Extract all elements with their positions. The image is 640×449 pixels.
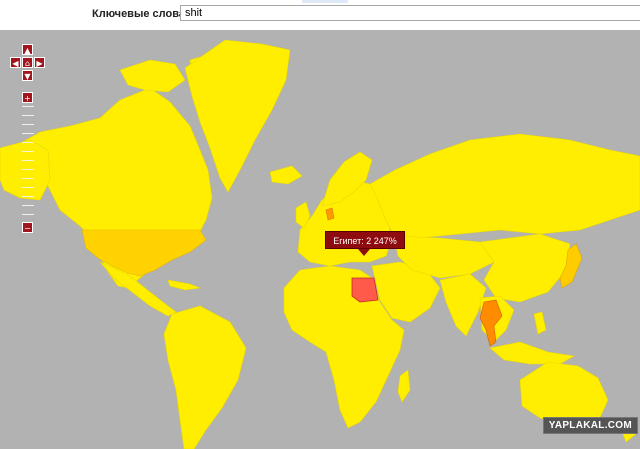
philippines (533, 311, 547, 335)
map-canvas (0, 39, 640, 449)
south-america (163, 305, 247, 449)
usa (81, 229, 207, 277)
russia (369, 133, 640, 239)
world-map[interactable]: ▲ ◀ ⌂ ▶ ▼ + − (0, 30, 640, 449)
country-tooltip: Египет: 2 247% (325, 231, 405, 249)
egypt (351, 277, 379, 303)
zoom-slider[interactable] (22, 106, 34, 215)
chevron-left-icon[interactable]: ◀ (10, 57, 21, 68)
chevron-down-icon[interactable]: ▼ (22, 70, 33, 81)
home-icon[interactable]: ⌂ (22, 57, 33, 68)
top-bar: Ключевые слова: (0, 0, 640, 30)
iceland (269, 165, 303, 185)
caribbean (167, 279, 202, 291)
keywords-input[interactable] (180, 5, 640, 21)
madagascar (397, 369, 411, 403)
tooltip-pointer (358, 249, 370, 256)
watermark-logo: YAPLAKAL.COM (542, 417, 638, 434)
top-accent (302, 0, 348, 3)
china (479, 233, 571, 303)
chevron-up-icon[interactable]: ▲ (22, 44, 33, 55)
keywords-label: Ключевые слова: (92, 8, 189, 20)
indonesia (489, 341, 575, 365)
india (439, 273, 487, 337)
chevron-right-icon[interactable]: ▶ (34, 57, 45, 68)
zoom-in-button[interactable]: + (22, 92, 33, 103)
zoom-out-button[interactable]: − (22, 222, 33, 233)
